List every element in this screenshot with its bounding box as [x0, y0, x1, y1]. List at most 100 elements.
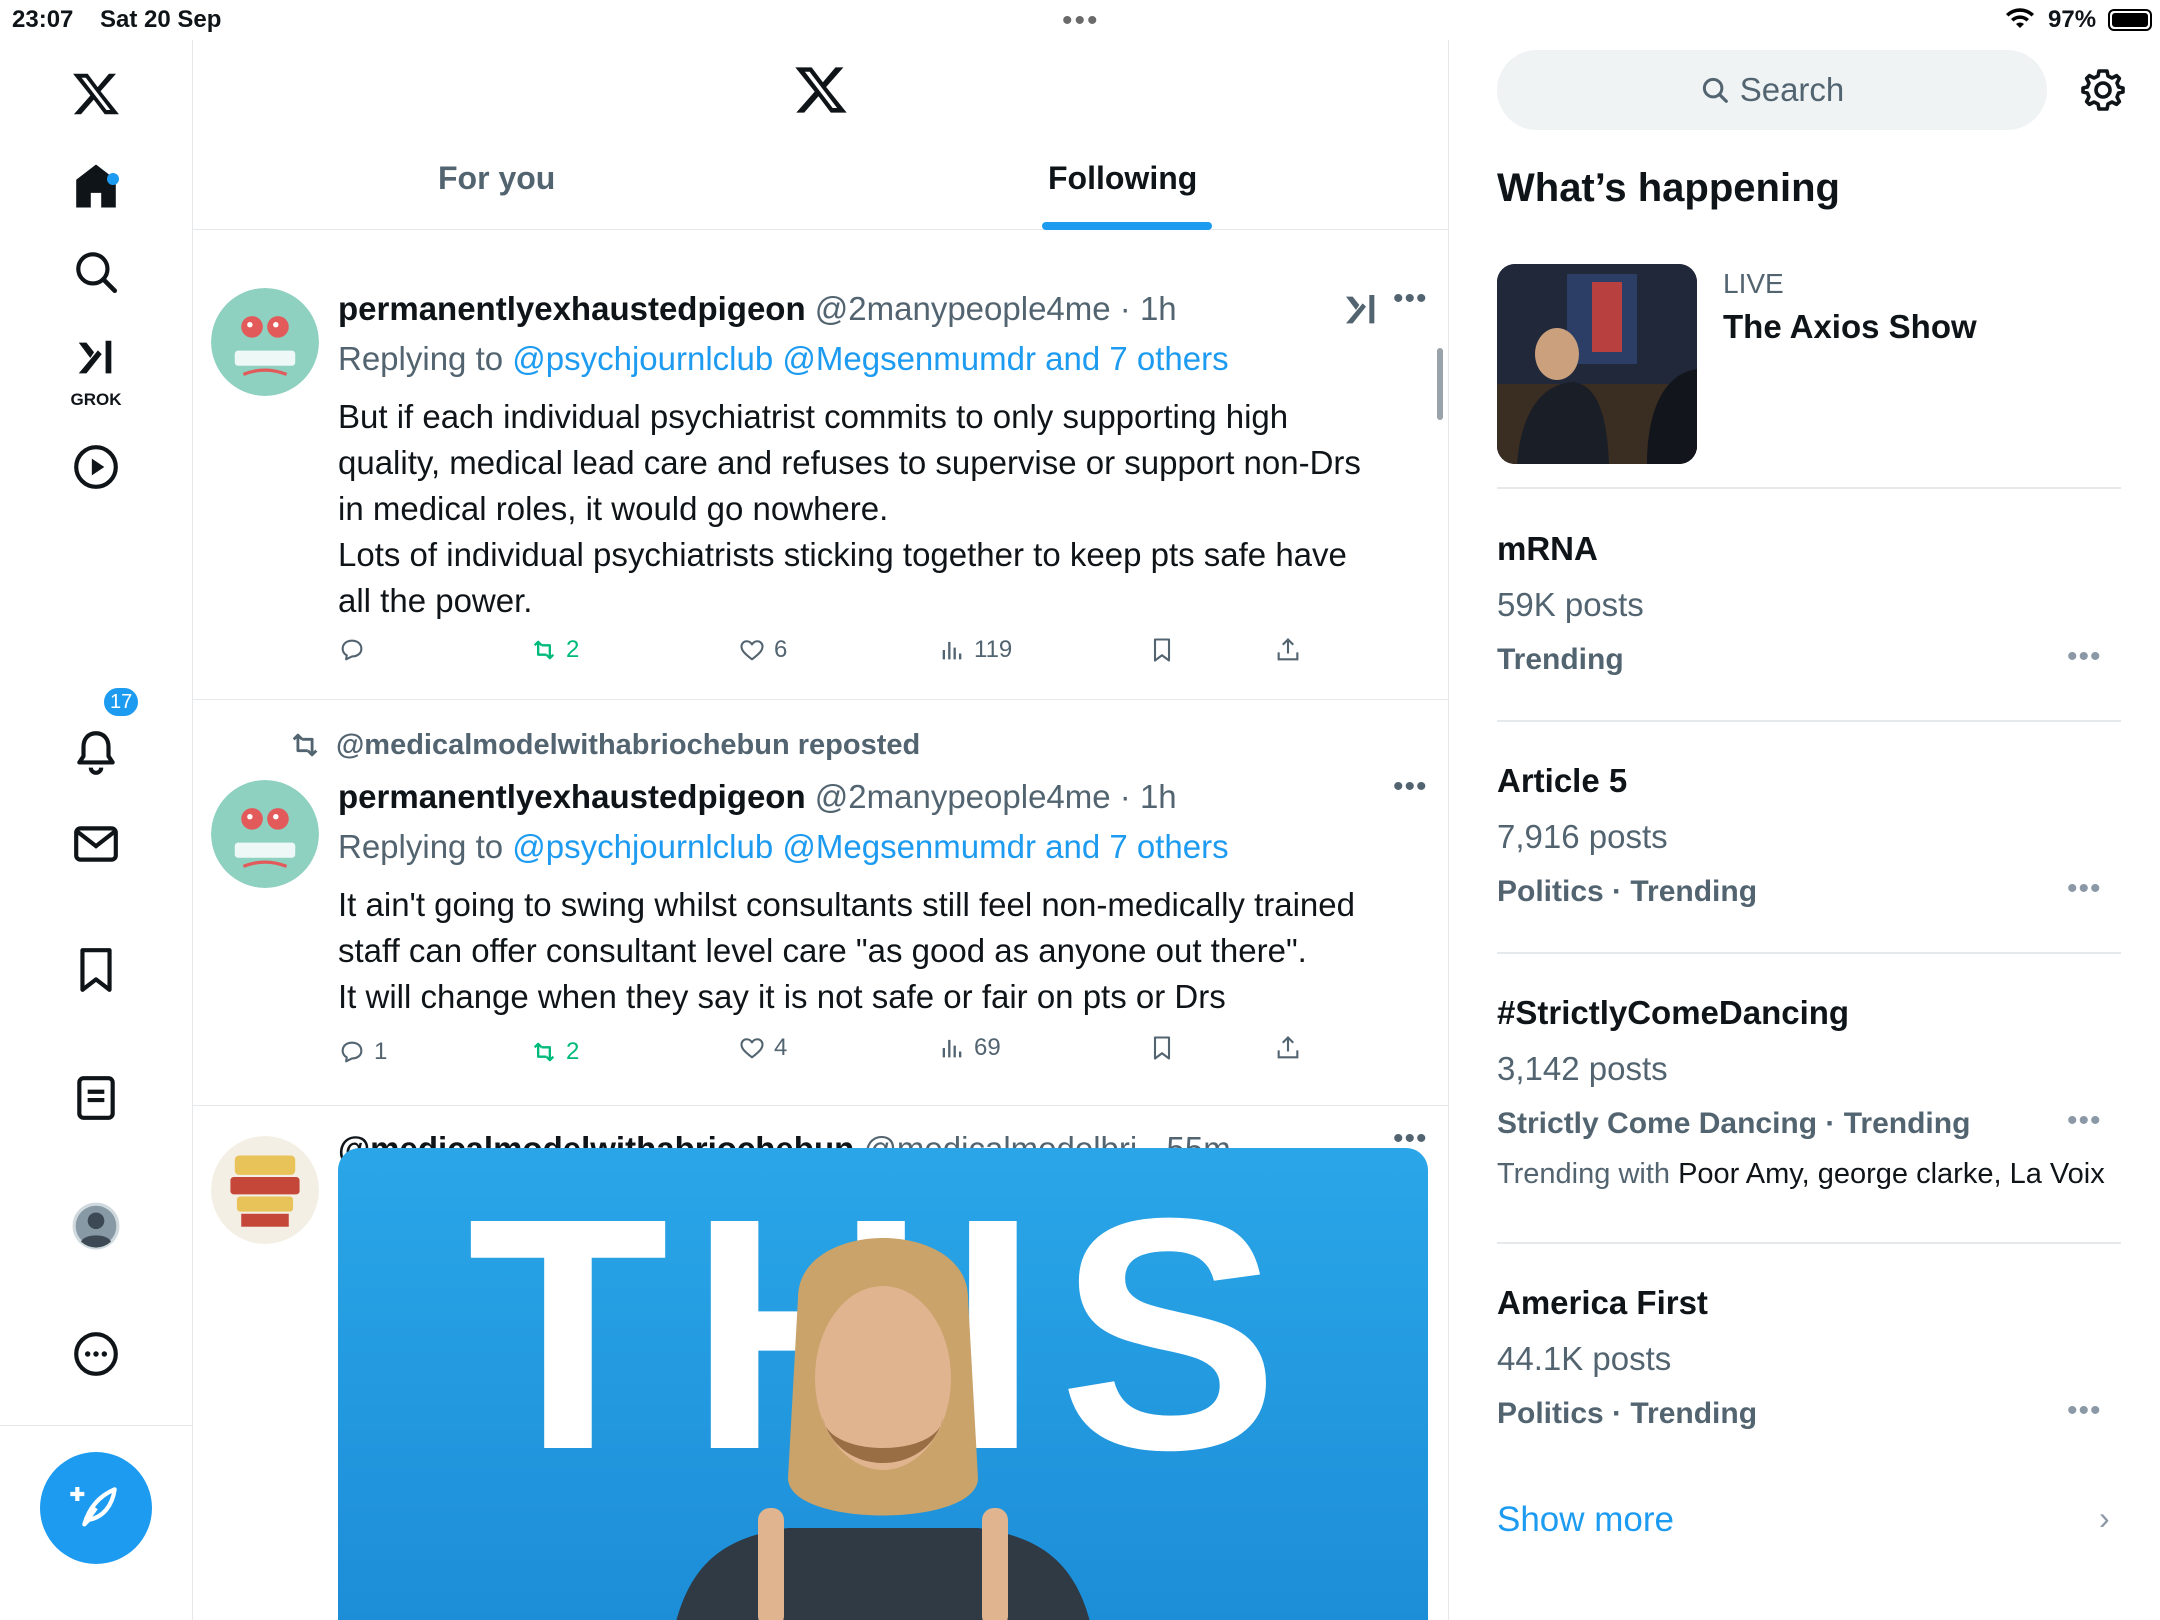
- repost-button[interactable]: 2: [530, 1038, 579, 1066]
- settings-gear-icon[interactable]: [2079, 66, 2127, 114]
- views-button[interactable]: 119: [938, 636, 1012, 664]
- bookmarks-icon[interactable]: [64, 938, 128, 1002]
- home-unread-dot: [107, 173, 119, 185]
- tweet-author-name[interactable]: permanentlyexhaustedpigeon: [338, 778, 806, 815]
- messages-mail-icon[interactable]: [64, 812, 128, 876]
- views-count: 119: [974, 636, 1013, 663]
- trend-more-icon[interactable]: •••: [2067, 640, 2102, 674]
- live-event-thumbnail[interactable]: [1497, 264, 1697, 464]
- share-button[interactable]: [1274, 636, 1302, 664]
- tweet-handle-time: @2manypeople4me · 1h: [814, 778, 1177, 815]
- chevron-right-icon: ›: [2099, 1500, 2110, 1536]
- bookmark-button[interactable]: [1148, 636, 1176, 664]
- reply-button[interactable]: 1: [338, 1038, 387, 1066]
- reply-count: 1: [374, 1038, 388, 1065]
- tweet-text-line: But if each individual psychiatrist comm…: [338, 398, 1289, 435]
- trend-related-names: Poor Amy, george clarke, La Voix: [1678, 1158, 2105, 1190]
- wifi-icon: [2006, 8, 2034, 28]
- trend-posts: 3,142 posts: [1497, 1050, 1668, 1087]
- x-logo-icon[interactable]: [793, 62, 849, 118]
- tweet-more-icon[interactable]: •••: [1393, 282, 1428, 316]
- scrollbar[interactable]: [1437, 348, 1443, 420]
- share-icon: [1277, 638, 1299, 661]
- active-tab-indicator: [1042, 222, 1212, 230]
- compose-post-button[interactable]: [40, 1452, 152, 1564]
- live-event-title[interactable]: The Axios Show: [1723, 308, 1977, 346]
- heart-icon: [740, 1038, 764, 1059]
- trend-item[interactable]: mRNA 59K posts Trending •••: [1497, 530, 2121, 710]
- divider: [1497, 952, 2121, 954]
- replying-to-links[interactable]: @psychjournlclub @Megsenmumdr and 7 othe…: [512, 828, 1228, 865]
- notifications-bell-icon[interactable]: [64, 720, 128, 784]
- divider: [1497, 1242, 2121, 1244]
- like-button[interactable]: 4: [738, 1034, 787, 1062]
- tweet-more-icon[interactable]: •••: [1393, 770, 1428, 804]
- tweet-text: It ain't going to swing whilst consultan…: [338, 882, 1418, 1020]
- trend-posts: 44.1K posts: [1497, 1340, 1672, 1377]
- tweet-text-line: Lots of individual psychiatrists stickin…: [338, 536, 1347, 573]
- grok-explain-icon[interactable]: [1341, 290, 1381, 330]
- like-button[interactable]: 6: [738, 636, 787, 664]
- right-sidebar: Search What’s happening LIVE The Axios S…: [1449, 40, 2160, 1620]
- video-play-icon[interactable]: [64, 435, 128, 499]
- tweet-text-line: all the power.: [338, 582, 533, 619]
- repost-context-label[interactable]: @medicalmodelwithabriochebun reposted: [336, 729, 920, 762]
- trend-more-icon[interactable]: •••: [2067, 1394, 2102, 1428]
- avatar[interactable]: [211, 288, 319, 396]
- tweet-text-line: staff can offer consultant level care "a…: [338, 932, 1307, 969]
- views-chart-icon: [942, 641, 962, 660]
- like-count: 4: [774, 1034, 788, 1061]
- lists-icon[interactable]: [64, 1066, 128, 1130]
- trend-posts: 59K posts: [1497, 586, 1644, 623]
- trend-name: #StrictlyComeDancing: [1497, 994, 1850, 1031]
- views-button[interactable]: 69: [938, 1034, 1001, 1062]
- share-icon: [1277, 1036, 1299, 1059]
- trend-more-icon[interactable]: •••: [2067, 1104, 2102, 1138]
- reply-icon: [341, 1041, 363, 1063]
- x-logo-icon[interactable]: [64, 62, 128, 126]
- multitasking-dots-icon[interactable]: •••: [1062, 4, 1100, 38]
- trend-category: Politics · Trending: [1497, 1397, 1758, 1430]
- search-icon: [1702, 77, 1728, 103]
- tweet-text-line: in medical roles, it would go nowhere.: [338, 490, 889, 527]
- gif-preview-image: THIS: [467, 1149, 1279, 1620]
- home-icon[interactable]: [64, 154, 128, 218]
- trend-item[interactable]: Article 5 7,916 posts Politics · Trendin…: [1497, 762, 2121, 942]
- timeline-feed[interactable]: For you Following permanentlyexhaustedpi…: [193, 40, 1449, 1620]
- tab-for-you[interactable]: For you: [438, 160, 555, 197]
- battery-percent: 97%: [2048, 6, 2097, 33]
- compose-feather-icon: [70, 1487, 117, 1527]
- divider: [1497, 720, 2121, 722]
- bookmark-button[interactable]: [1148, 1034, 1176, 1062]
- repost-button[interactable]: 2: [530, 636, 579, 664]
- trend-item[interactable]: #StrictlyComeDancing 3,142 posts Strictl…: [1497, 994, 2121, 1214]
- tweet[interactable]: permanentlyexhaustedpigeon @2manypeople4…: [193, 230, 1448, 700]
- tweet[interactable]: @medicalmodelwithabriochebun reposted pe…: [193, 700, 1448, 1106]
- replying-to-label: Replying to: [338, 828, 513, 865]
- tweet-media-gif[interactable]: THIS: [338, 1148, 1428, 1620]
- whats-happening-heading: What’s happening: [1497, 166, 1840, 210]
- avatar[interactable]: [211, 780, 319, 888]
- trend-item[interactable]: America First 44.1K posts Politics · Tre…: [1497, 1284, 2121, 1464]
- tweet-actions: 2 6 119: [338, 636, 1388, 676]
- reply-button[interactable]: [338, 636, 374, 664]
- trend-name: Article 5: [1497, 762, 1628, 799]
- profile-avatar-icon[interactable]: [64, 1194, 128, 1258]
- share-button[interactable]: [1274, 1034, 1302, 1062]
- trend-related: Trending with Poor Amy, george clarke, L…: [1497, 1158, 2105, 1191]
- replying-to-links[interactable]: @psychjournlclub @Megsenmumdr and 7 othe…: [512, 340, 1228, 377]
- status-date: Sat 20 Sep: [100, 6, 222, 33]
- avatar[interactable]: [211, 1136, 319, 1244]
- grok-label: GROK: [70, 390, 122, 409]
- repost-count: 2: [566, 636, 580, 663]
- search-input[interactable]: Search: [1497, 50, 2047, 130]
- grok-icon[interactable]: GROK: [64, 328, 128, 409]
- tweet-author-name[interactable]: permanentlyexhaustedpigeon: [338, 290, 806, 327]
- tweet-text-line: quality, medical lead care and refuses t…: [338, 444, 1361, 481]
- battery-icon: [2108, 9, 2152, 31]
- more-options-icon[interactable]: [64, 1322, 128, 1386]
- show-more-link[interactable]: Show more: [1497, 1500, 1674, 1540]
- trend-more-icon[interactable]: •••: [2067, 872, 2102, 906]
- tab-following[interactable]: Following: [1048, 160, 1197, 197]
- search-icon[interactable]: [64, 240, 128, 304]
